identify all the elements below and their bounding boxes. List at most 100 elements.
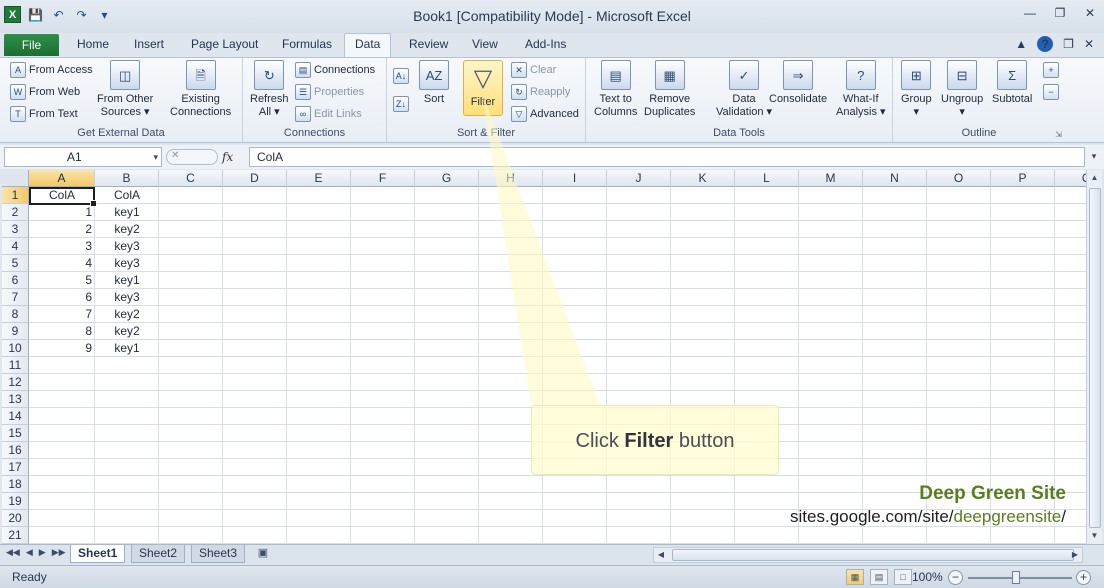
hide-detail-button[interactable]: − [1043,84,1059,100]
cell-b4[interactable]: key3 [95,238,159,255]
sheet-tab-sheet2[interactable]: Sheet2 [131,545,186,563]
restore-icon[interactable]: ❐ [1052,6,1068,20]
row-header-9[interactable]: 9 [2,323,29,340]
row-header-11[interactable]: 11 [2,357,29,374]
row-header-14[interactable]: 14 [2,408,29,425]
clear-filter-button[interactable]: ✕ Clear [511,62,556,78]
name-box-dropdown-icon[interactable]: ▾ [153,148,158,166]
last-sheet-icon[interactable]: ▶▶ [52,547,66,558]
tab-review[interactable]: Review [409,37,448,51]
column-header-b[interactable]: B [95,170,159,187]
advanced-filter-button[interactable]: ▽ Advanced [511,106,579,122]
row-header-8[interactable]: 8 [2,306,29,323]
edit-links-button[interactable]: ∞ Edit Links [295,106,362,122]
connections-button[interactable]: ▤ Connections [295,62,375,78]
vertical-scrollbar[interactable]: ▲ ▼ [1086,170,1102,544]
column-header-k[interactable]: K [671,170,735,187]
close-icon[interactable]: ✕ [1082,6,1098,20]
show-detail-button[interactable]: + [1043,62,1059,78]
reapply-button[interactable]: ↻ Reapply [511,84,570,100]
ungroup-button[interactable]: ⊟ Ungroup ▾ [941,60,983,119]
refresh-all-button[interactable]: ↻ Refresh All ▾ [250,60,289,119]
column-header-f[interactable]: F [351,170,415,187]
row-header-13[interactable]: 13 [2,391,29,408]
row-header-7[interactable]: 7 [2,289,29,306]
from-other-sources-button[interactable]: ◫ From Other Sources ▾ [97,60,153,119]
cell-a2[interactable]: 1 [29,204,95,221]
tab-view[interactable]: View [472,37,498,51]
cell-a4[interactable]: 3 [29,238,95,255]
from-web-button[interactable]: W From Web [10,84,80,100]
zoom-slider-thumb[interactable] [1012,571,1020,584]
column-header-l[interactable]: L [735,170,799,187]
column-header-c[interactable]: C [159,170,223,187]
from-text-button[interactable]: T From Text [10,106,78,122]
insert-function-icon[interactable]: fx [222,150,233,164]
column-header-o[interactable]: O [927,170,991,187]
name-box[interactable]: A1 ▾ [4,147,162,167]
filter-button[interactable]: ▽ Filter [463,60,503,116]
page-layout-view-icon[interactable]: ▤ [870,569,888,585]
cell-b8[interactable]: key2 [95,306,159,323]
scroll-right-icon[interactable]: ▶ [1068,548,1082,562]
column-header-e[interactable]: E [287,170,351,187]
row-header-5[interactable]: 5 [2,255,29,272]
active-cell-cursor[interactable] [29,187,97,207]
column-header-q[interactable]: Q [1055,170,1086,187]
tab-formulas[interactable]: Formulas [282,37,332,51]
formula-cancel-enter-icon[interactable]: ✕ [166,149,218,165]
tab-data[interactable]: Data [344,33,392,58]
expand-formula-bar-icon[interactable]: ▾ [1087,147,1101,167]
cell-a6[interactable]: 5 [29,272,95,289]
scroll-down-icon[interactable]: ▼ [1087,528,1102,544]
insert-sheet-icon[interactable]: ▣ [253,546,273,562]
column-header-n[interactable]: N [863,170,927,187]
help-icon[interactable]: ? [1037,36,1054,52]
row-header-20[interactable]: 20 [2,510,29,527]
tab-add-ins[interactable]: Add-Ins [525,37,566,51]
existing-connections-button[interactable]: 🗎 Existing Connections [170,60,231,119]
zoom-slider[interactable] [968,577,1072,579]
sort-button[interactable]: AZ Sort [419,60,449,106]
cell-b3[interactable]: key2 [95,221,159,238]
cell-b1[interactable]: ColA [95,187,159,204]
column-header-d[interactable]: D [223,170,287,187]
group-button[interactable]: ⊞ Group ▾ [901,60,932,119]
what-if-analysis-button[interactable]: ? What-If Analysis ▾ [836,60,886,119]
remove-duplicates-button[interactable]: ▦ Remove Duplicates [644,60,695,119]
consolidate-button[interactable]: ⇒ Consolidate [769,60,827,106]
data-validation-button[interactable]: ✓ Data Validation ▾ [716,60,772,119]
row-header-18[interactable]: 18 [2,476,29,493]
cell-b7[interactable]: key3 [95,289,159,306]
sort-z-to-a-button[interactable]: Z↓ [393,96,409,112]
tab-home[interactable]: Home [77,37,109,51]
doc-restore-icon[interactable]: ❐ [1063,37,1074,51]
subtotal-button[interactable]: Σ Subtotal [992,60,1032,106]
column-header-a[interactable]: A [29,170,95,187]
formula-input[interactable]: ColA [249,147,1085,167]
tab-file[interactable]: File [4,34,59,56]
zoom-out-icon[interactable]: − [948,570,963,585]
normal-view-icon[interactable]: ▦ [846,569,864,585]
horizontal-scroll-thumb[interactable] [672,549,1074,561]
column-header-j[interactable]: J [607,170,671,187]
minimize-icon[interactable]: — [1022,6,1038,20]
cell-a5[interactable]: 4 [29,255,95,272]
tab-insert[interactable]: Insert [134,37,164,51]
sheet-tab-sheet3[interactable]: Sheet3 [191,545,246,563]
outline-dialog-launcher-icon[interactable]: ⇲ [1055,130,1062,139]
column-header-i[interactable]: I [543,170,607,187]
minimize-ribbon-icon[interactable]: ▲ [1015,37,1027,51]
column-header-p[interactable]: P [991,170,1055,187]
cell-b2[interactable]: key1 [95,204,159,221]
cell-b5[interactable]: key3 [95,255,159,272]
zoom-in-icon[interactable]: + [1076,570,1091,585]
scroll-up-icon[interactable]: ▲ [1087,170,1102,186]
row-header-4[interactable]: 4 [2,238,29,255]
column-header-h[interactable]: H [479,170,543,187]
cell-a3[interactable]: 2 [29,221,95,238]
row-header-16[interactable]: 16 [2,442,29,459]
cell-b6[interactable]: key1 [95,272,159,289]
select-all-corner[interactable] [2,170,29,187]
next-sheet-icon[interactable]: ▶ [39,547,46,558]
